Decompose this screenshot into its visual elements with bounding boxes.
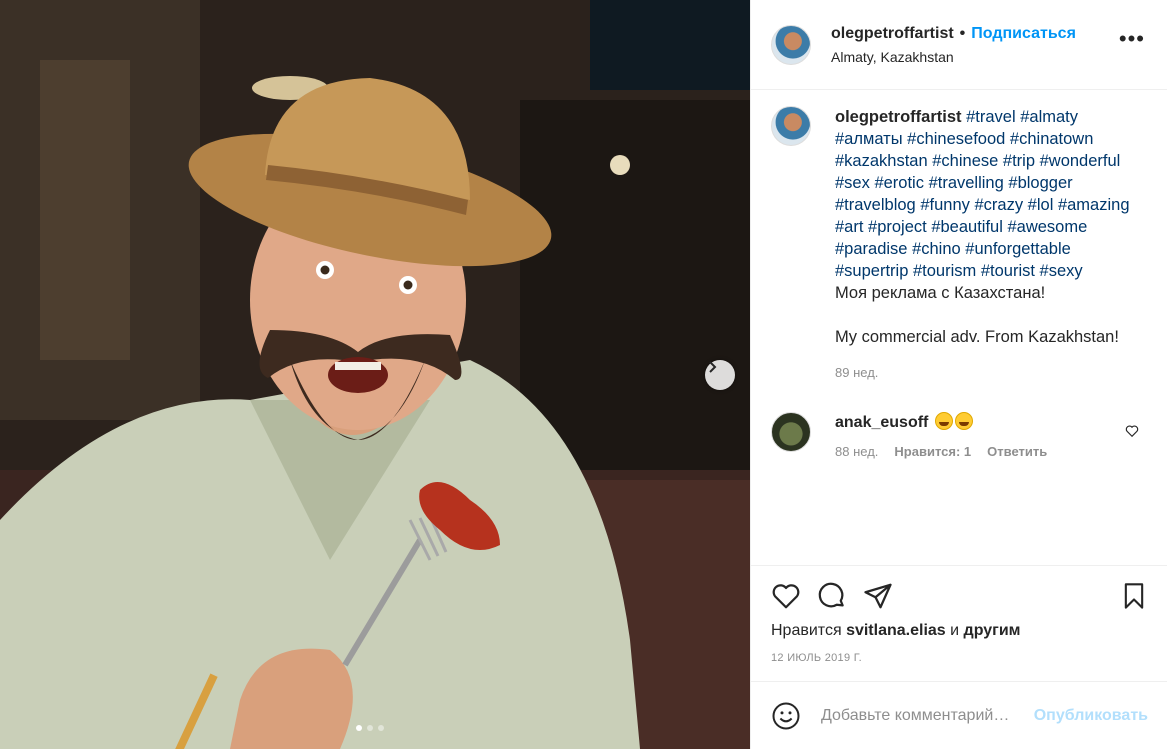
- hashtag-link[interactable]: #project: [868, 218, 927, 236]
- post-caption: olegpetroffartist #travel #almaty #алмат…: [771, 106, 1147, 384]
- comment-input[interactable]: [821, 706, 1031, 725]
- follow-button[interactable]: Подписаться: [971, 25, 1076, 43]
- bookmark-icon[interactable]: [1120, 581, 1148, 611]
- hashtag-link[interactable]: #chino: [912, 240, 961, 258]
- carousel-dot: [367, 725, 373, 731]
- caption-text-ru: Моя реклама с Казахстана!: [835, 284, 1046, 302]
- hashtag-link[interactable]: #unforgettable: [965, 240, 1071, 258]
- hashtag-link[interactable]: #sex: [835, 174, 870, 192]
- post-location[interactable]: Almaty, Kazakhstan: [831, 49, 1076, 65]
- likes-prefix: Нравится: [771, 622, 842, 639]
- hashtag-link[interactable]: #travelblog: [835, 196, 916, 214]
- carousel-dot: [356, 725, 362, 731]
- comment-item: anak_eusoff 88 нед. Нравится: 1 Ответить: [771, 412, 1147, 459]
- hashtag-link[interactable]: #kazakhstan: [835, 152, 928, 170]
- hashtag-link[interactable]: #wonderful: [1040, 152, 1121, 170]
- photo-illustration: [0, 0, 750, 749]
- likes-others-link[interactable]: другим: [964, 622, 1021, 639]
- hashtag-link[interactable]: #paradise: [835, 240, 907, 258]
- post-photo[interactable]: [0, 0, 750, 749]
- like-heart-icon[interactable]: [771, 581, 801, 611]
- carousel-dots: [356, 725, 384, 731]
- hashtag-link[interactable]: #алматы: [835, 130, 903, 148]
- hashtag-link[interactable]: #almaty: [1020, 108, 1078, 126]
- likes-middle: и: [950, 622, 960, 639]
- hashtag-link[interactable]: #amazing: [1058, 196, 1130, 214]
- comments-section: olegpetroffartist #travel #almaty #алмат…: [751, 90, 1167, 564]
- commenter-avatar[interactable]: [771, 412, 811, 452]
- hashtag-link[interactable]: #funny: [920, 196, 970, 214]
- caption-time[interactable]: 89 нед.: [835, 362, 1147, 384]
- commenter-username[interactable]: anak_eusoff: [835, 414, 928, 431]
- next-slide-button[interactable]: [705, 360, 735, 390]
- hashtag-link[interactable]: #tourist: [981, 262, 1035, 280]
- carousel-dot: [378, 725, 384, 731]
- caption-username[interactable]: olegpetroffartist: [835, 108, 962, 126]
- likes-summary: Нравится svitlana.elias и другим: [771, 622, 1148, 640]
- more-options-icon[interactable]: •••: [1119, 28, 1145, 50]
- share-paper-plane-icon[interactable]: [863, 581, 893, 611]
- post-header: olegpetroffartist • Подписаться Almaty, …: [751, 0, 1167, 90]
- hashtag-link[interactable]: #art: [835, 218, 863, 236]
- hashtag-link[interactable]: #chinesefood: [907, 130, 1005, 148]
- hashtag-link[interactable]: #chinese: [932, 152, 998, 170]
- hashtag-link[interactable]: #tourism: [913, 262, 976, 280]
- post-sidebar: olegpetroffartist • Подписаться Almaty, …: [750, 0, 1167, 749]
- post-date[interactable]: 12 ИЮЛЬ 2019 Г.: [771, 652, 1148, 664]
- publish-button[interactable]: Опубликовать: [1034, 707, 1148, 725]
- hashtag-link[interactable]: #supertrip: [835, 262, 908, 280]
- author-username[interactable]: olegpetroffartist: [831, 25, 954, 43]
- hashtag-link[interactable]: #erotic: [874, 174, 924, 192]
- heart-icon[interactable]: [1125, 424, 1139, 438]
- separator-dot: •: [959, 24, 966, 42]
- comment-bubble-icon[interactable]: [817, 581, 847, 611]
- hashtag-link[interactable]: #sexy: [1040, 262, 1083, 280]
- grin-emoji-icon: [954, 412, 973, 430]
- chevron-right-icon: [709, 361, 717, 373]
- liker-username[interactable]: svitlana.elias: [846, 622, 946, 639]
- hashtag-link[interactable]: #blogger: [1008, 174, 1072, 192]
- hashtag-link[interactable]: #crazy: [974, 196, 1023, 214]
- hashtag-link[interactable]: #travel: [966, 108, 1016, 126]
- caption-avatar[interactable]: [771, 106, 811, 146]
- grin-emoji-icon: [934, 412, 953, 430]
- caption-text-en: My commercial adv. From Kazakhstan!: [835, 328, 1119, 346]
- hashtag-link[interactable]: #beautiful: [931, 218, 1003, 236]
- hashtag-link[interactable]: #chinatown: [1010, 130, 1093, 148]
- hashtag-link[interactable]: #travelling: [929, 174, 1004, 192]
- hashtag-list: #travel #almaty #алматы #chinesefood #ch…: [835, 108, 1130, 280]
- hashtag-link[interactable]: #trip: [1003, 152, 1035, 170]
- author-avatar[interactable]: [771, 24, 811, 65]
- add-comment-bar: Опубликовать: [751, 681, 1167, 749]
- hashtag-link[interactable]: #awesome: [1007, 218, 1087, 236]
- comment-likes[interactable]: Нравится: 1: [894, 444, 971, 459]
- hashtag-link[interactable]: #lol: [1028, 196, 1054, 214]
- emoji-smiley-icon[interactable]: [771, 701, 801, 731]
- reply-button[interactable]: Ответить: [987, 444, 1047, 459]
- comment-time[interactable]: 88 нед.: [835, 444, 878, 459]
- post-actions: Нравится svitlana.elias и другим 12 ИЮЛЬ…: [751, 565, 1167, 664]
